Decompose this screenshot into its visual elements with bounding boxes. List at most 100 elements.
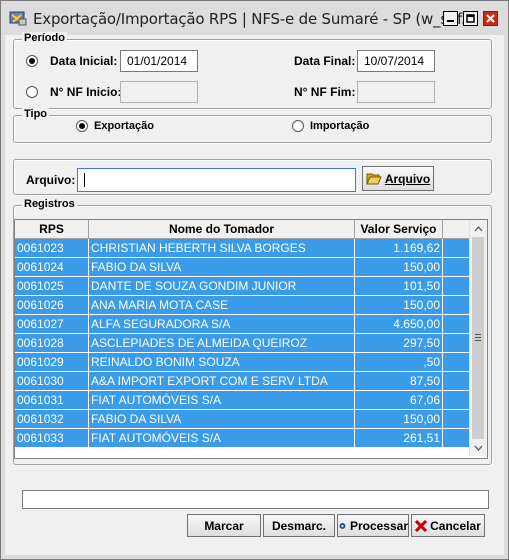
cell-nome-tomador: FABIO DA SILVA — [89, 410, 355, 428]
cell-rps: 0061026 — [15, 296, 89, 314]
table-row[interactable]: 0061033 FIAT AUTOMÓVEIS S/A 261,51 — [15, 429, 469, 448]
table-row[interactable]: 0061023 CHRISTIAN HEBERTH SILVA BORGES 1.1… — [15, 239, 469, 258]
app-icon — [9, 10, 27, 26]
maximize-button[interactable] — [463, 11, 478, 26]
cell-rps: 0061033 — [15, 429, 89, 447]
table-row[interactable]: 0061025 DANTE DE SOUZA GONDIM JUNIOR 101,5… — [15, 277, 469, 296]
arquivo-button[interactable]: Arquivo — [362, 166, 434, 191]
status-bar — [22, 490, 489, 509]
cell-valor-servico: 261,51 — [355, 429, 443, 447]
data-final-label: Data Final: — [294, 54, 356, 68]
cell-nome-tomador: ANA MARIA MOTA CASE — [89, 296, 355, 314]
cell-valor-servico: 4.650,00 — [355, 315, 443, 333]
nf-inicio-label: N° NF Inicio: — [50, 85, 122, 99]
data-inicial-label: Data Inicial: — [50, 54, 118, 68]
cell-nome-tomador: DANTE DE SOUZA GONDIM JUNIOR — [89, 277, 355, 295]
cell-nome-tomador: FABIO DA SILVA — [89, 258, 355, 276]
cell-rps: 0061032 — [15, 410, 89, 428]
cell-rps: 0061024 — [15, 258, 89, 276]
tipo-label: Tipo — [22, 108, 50, 120]
marcar-button-label: Marcar — [204, 518, 244, 533]
cell-nome-tomador: FIAT AUTOMÓVEIS S/A — [89, 391, 355, 409]
cell-nome-tomador: FIAT AUTOMÓVEIS S/A — [89, 429, 355, 447]
table-row[interactable]: 0061031 FIAT AUTOMÓVEIS S/A 67,06 — [15, 391, 469, 410]
maximize-icon — [466, 14, 475, 23]
window-title: Exportação/Importação RPS | NFS-e de Sum… — [33, 10, 475, 28]
cell-rps: 0061029 — [15, 353, 89, 371]
table-row[interactable]: 0061030 A&A IMPORT EXPORT COM E SERV LTDA… — [15, 372, 469, 391]
radio-exportacao[interactable] — [76, 120, 88, 132]
cancelar-button-label: Cancelar — [430, 518, 481, 533]
radio-importacao[interactable] — [292, 120, 304, 132]
scroll-down-arrow[interactable] — [470, 439, 487, 456]
scroll-thumb[interactable] — [472, 237, 484, 439]
chevron-down-icon — [474, 445, 483, 451]
cell-valor-servico: 150,00 — [355, 258, 443, 276]
processar-button[interactable]: Processar — [337, 514, 409, 537]
grip-icon — [475, 334, 481, 341]
nf-inicio-field[interactable] — [120, 81, 198, 103]
table-row[interactable]: 0061027 ALFA SEGURADORA S/A 4.650,00 — [15, 315, 469, 334]
cell-rps: 0061023 — [15, 239, 89, 257]
table-row[interactable]: 0061028 ASCLEPIADES DE ALMEIDA QUEIROZ 297… — [15, 334, 469, 353]
main-window: Exportação/Importação RPS | NFS-e de Sum… — [0, 0, 509, 560]
cell-rps: 0061025 — [15, 277, 89, 295]
table-row[interactable]: 0061026 ANA MARIA MOTA CASE 150,00 — [15, 296, 469, 315]
arquivo-input[interactable] — [77, 168, 356, 192]
table-row[interactable]: 0061032 FABIO DA SILVA 150,00 — [15, 410, 469, 429]
cell-nome-tomador: A&A IMPORT EXPORT COM E SERV LTDA — [89, 372, 355, 390]
cell-nome-tomador: CHRISTIAN HEBERTH SILVA BORGES — [89, 239, 355, 257]
processar-button-label: Processar — [349, 518, 408, 533]
radio-data[interactable] — [26, 55, 38, 67]
desmarcar-button-label: Desmarc. — [271, 518, 327, 533]
cell-valor-servico: 150,00 — [355, 296, 443, 314]
table-row[interactable]: 0061024 FABIO DA SILVA 150,00 — [15, 258, 469, 277]
cell-rps: 0061027 — [15, 315, 89, 333]
table-row[interactable]: 0061029 REINALDO BONIM SOUZA ,50 — [15, 353, 469, 372]
registros-grid[interactable]: RPS Nome do Tomador Valor Serviço 006102… — [14, 219, 488, 459]
cancel-x-icon — [415, 519, 428, 532]
registros-label: Registros — [22, 198, 77, 210]
cell-valor-servico: 87,50 — [355, 372, 443, 390]
periodo-label: Período — [22, 32, 67, 44]
gear-icon — [339, 522, 346, 529]
folder-open-icon — [366, 173, 382, 185]
cell-valor-servico: 101,50 — [355, 277, 443, 295]
col-nome-tomador[interactable]: Nome do Tomador — [89, 220, 355, 238]
vertical-scrollbar[interactable] — [469, 220, 487, 456]
chevron-up-icon — [474, 225, 483, 231]
arquivo-label: Arquivo: — [26, 173, 76, 187]
close-button[interactable] — [483, 11, 498, 26]
nf-fim-label: N° NF Fim: — [294, 85, 356, 99]
arquivo-button-label: Arquivo — [384, 171, 431, 186]
cell-nome-tomador: ALFA SEGURADORA S/A — [89, 315, 355, 333]
cell-valor-servico: 67,06 — [355, 391, 443, 409]
title-bar[interactable]: Exportação/Importação RPS | NFS-e de Sum… — [1, 1, 508, 35]
nf-fim-field[interactable] — [357, 81, 435, 103]
cell-valor-servico: 1.169,62 — [355, 239, 443, 257]
exportacao-label[interactable]: Exportação — [94, 120, 154, 132]
cancelar-button[interactable]: Cancelar — [411, 514, 485, 537]
importacao-label[interactable]: Importação — [310, 120, 369, 132]
scroll-up-arrow[interactable] — [470, 220, 487, 237]
close-icon — [486, 14, 495, 23]
cell-rps: 0061028 — [15, 334, 89, 352]
col-valor-servico[interactable]: Valor Serviço — [355, 220, 443, 238]
cell-valor-servico: 297,50 — [355, 334, 443, 352]
cell-rps: 0061030 — [15, 372, 89, 390]
cell-nome-tomador: ASCLEPIADES DE ALMEIDA QUEIROZ — [89, 334, 355, 352]
data-inicial-field[interactable]: 01/01/2014 — [120, 50, 198, 72]
grid-header: RPS Nome do Tomador Valor Serviço — [15, 220, 469, 239]
data-final-field[interactable]: 10/07/2014 — [357, 50, 435, 72]
cell-valor-servico: ,50 — [355, 353, 443, 371]
client-area: Período Data Inicial: 01/01/2014 Data Fi… — [5, 32, 504, 555]
minimize-icon — [447, 20, 454, 22]
col-rps[interactable]: RPS — [15, 220, 89, 238]
marcar-button[interactable]: Marcar — [187, 514, 261, 537]
cell-nome-tomador: REINALDO BONIM SOUZA — [89, 353, 355, 371]
desmarcar-button[interactable]: Desmarc. — [263, 514, 335, 537]
cell-rps: 0061031 — [15, 391, 89, 409]
radio-nf[interactable] — [26, 86, 38, 98]
minimize-button[interactable] — [443, 11, 458, 26]
cell-valor-servico: 150,00 — [355, 410, 443, 428]
